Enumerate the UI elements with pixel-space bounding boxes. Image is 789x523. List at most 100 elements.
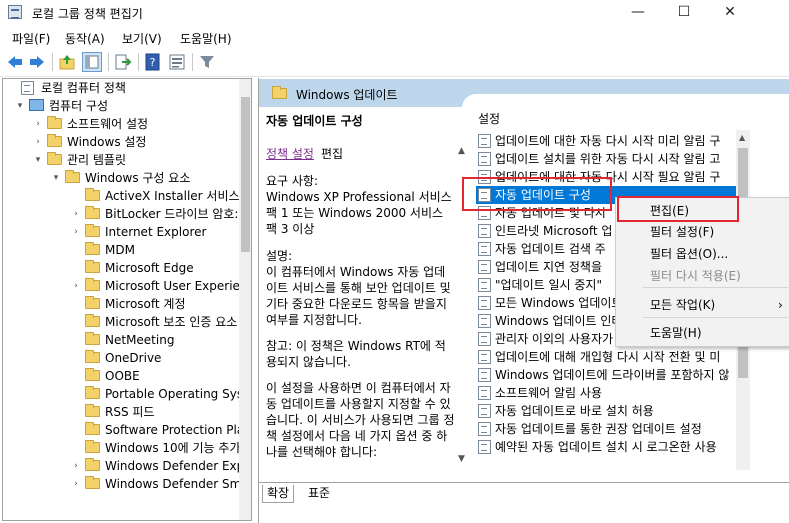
export-list-icon[interactable] xyxy=(114,53,132,71)
menu-action[interactable]: 동작(A) xyxy=(65,30,105,47)
tree-pane[interactable]: 로컬 컴퓨터 정책 ▾ 컴퓨터 구성 › 소프트웨어 설정 › Windows 설정 ▾ 관리 … xyxy=(2,78,252,521)
collapsed-chevron-icon[interactable]: › xyxy=(71,457,81,475)
close-button[interactable]: ✕ xyxy=(707,0,753,26)
menu-view[interactable]: 보기(V) xyxy=(122,30,162,47)
policy-setting-icon xyxy=(478,152,491,166)
menu-help[interactable]: 도움말(H) xyxy=(180,30,232,47)
tree-item-label: Microsoft User Experienc xyxy=(105,279,252,293)
folder-icon xyxy=(47,116,62,129)
help-icon[interactable]: ? xyxy=(144,53,162,71)
policy-setting-icon xyxy=(478,224,491,238)
folder-icon xyxy=(85,242,100,255)
forward-arrow-icon[interactable] xyxy=(28,53,46,71)
tree-item-label: Microsoft 보조 인증 요소 xyxy=(105,315,238,329)
minimize-button[interactable]: — xyxy=(615,0,661,26)
tree-item-label: BitLocker 드라이브 암호: xyxy=(105,207,239,221)
tree-item-label: ActiveX Installer 서비스 xyxy=(105,189,240,203)
collapsed-chevron-icon[interactable]: › xyxy=(71,223,81,241)
policy-setting-icon xyxy=(478,260,491,274)
menu-bar xyxy=(0,26,789,48)
folder-icon xyxy=(85,476,100,489)
menu-file[interactable]: 파일(F) xyxy=(12,30,50,47)
tab-standard[interactable]: 표준 xyxy=(304,485,334,502)
tree-item-label: Internet Explorer xyxy=(105,225,207,239)
setting-row[interactable]: 자동 업데이트를 통한 권장 업데이트 설정 xyxy=(476,420,736,438)
tree-item-label: 관리 템플릿 xyxy=(67,153,127,167)
context-menu-item[interactable]: 모든 작업(K) xyxy=(650,295,715,315)
tree-item-label: Windows Defender Explo xyxy=(105,459,252,473)
maximize-button[interactable]: ☐ xyxy=(661,0,707,26)
setting-row-label: 자동 업데이트로 바로 설치 허용 xyxy=(495,404,654,418)
scroll-up-arrow-icon[interactable]: ▲ xyxy=(739,133,745,142)
scroll-up-arrow-icon[interactable]: ▲ xyxy=(458,146,465,156)
show-hide-tree-icon[interactable] xyxy=(82,52,102,72)
context-menu-item[interactable]: 필터 설정(F) xyxy=(650,222,714,242)
policy-setting-icon xyxy=(478,422,491,436)
folder-icon xyxy=(85,350,100,363)
expanded-chevron-icon[interactable]: ▾ xyxy=(15,97,25,115)
policy-settings-link[interactable]: 정책 설정 xyxy=(266,145,314,162)
policy-setting-icon xyxy=(478,296,491,310)
folder-icon xyxy=(85,206,100,219)
setting-row-label: 업데이트에 대해 개입형 다시 시작 전환 및 미 xyxy=(495,350,721,364)
context-menu-item[interactable]: 필터 옵션(O)... xyxy=(650,244,728,264)
tree-item-label: Portable Operating Syste xyxy=(105,387,252,401)
details-header-title: Windows 업데이트 xyxy=(296,88,398,102)
tree-item-label: OneDrive xyxy=(105,351,162,365)
back-arrow-icon[interactable] xyxy=(6,53,24,71)
setting-row[interactable]: 업데이트 설치를 위한 자동 다시 시작 알림 고 xyxy=(476,150,736,168)
folder-icon xyxy=(85,422,100,435)
collapsed-chevron-icon[interactable]: › xyxy=(71,277,81,295)
toolbar-separator xyxy=(52,53,53,71)
up-folder-icon[interactable] xyxy=(58,53,76,71)
filter-icon[interactable] xyxy=(198,53,216,71)
policy-setting-icon xyxy=(478,314,491,328)
setting-row[interactable]: 소프트웨어 알림 사용 xyxy=(476,384,736,402)
folder-icon xyxy=(85,368,100,381)
setting-row-label: "업데이트 일시 중지" xyxy=(495,278,602,292)
folder-icon xyxy=(47,152,62,165)
collapsed-chevron-icon[interactable]: › xyxy=(33,133,43,151)
computer-icon xyxy=(29,99,44,111)
tree-item-label: Windows 설정 xyxy=(67,135,147,149)
setting-row[interactable]: 업데이트에 대한 자동 다시 시작 미리 알림 구 xyxy=(476,132,736,150)
context-menu-item: 필터 다시 적용(E) xyxy=(650,269,741,283)
setting-row-label: 자동 업데이트 검색 주 xyxy=(495,242,606,256)
folder-icon xyxy=(85,332,100,345)
setting-row-label: Windows 업데이트에 드라이버를 포함하지 않 xyxy=(495,368,730,382)
collapsed-chevron-icon[interactable]: › xyxy=(71,475,81,493)
properties-icon[interactable] xyxy=(168,53,186,71)
policy-setting-icon xyxy=(478,134,491,148)
setting-row[interactable]: 예약된 자동 업데이트 설치 시 로그온한 사용 xyxy=(476,438,736,456)
highlight-box-edit xyxy=(617,196,739,222)
tree-item-label: 소프트웨어 설정 xyxy=(67,117,149,131)
expanded-chevron-icon[interactable]: ▾ xyxy=(33,151,43,169)
context-menu-item[interactable]: 도움말(H) xyxy=(650,323,702,343)
collapsed-chevron-icon[interactable]: › xyxy=(71,205,81,223)
policy-note: 참고: 이 정책은 Windows RT에 적용되지 않습니다. xyxy=(266,339,446,369)
setting-row-label: 인트라넷 Microsoft 업 xyxy=(495,224,613,238)
gpedit-app-icon xyxy=(8,5,22,19)
tree-item-label: 컴퓨터 구성 xyxy=(49,99,109,113)
toolbar-separator xyxy=(192,53,193,71)
setting-row[interactable]: 업데이트에 대해 개입형 다시 시작 전환 및 미 xyxy=(476,348,736,366)
setting-row[interactable]: Windows 업데이트에 드라이버를 포함하지 않 xyxy=(476,366,736,384)
expanded-chevron-icon[interactable]: ▾ xyxy=(51,169,61,187)
folder-icon xyxy=(85,404,100,417)
folder-icon xyxy=(47,134,62,147)
tab-extended[interactable]: 확장 xyxy=(262,485,295,503)
setting-row-label: 자동 업데이트를 통한 권장 업데이트 설정 xyxy=(495,422,702,436)
setting-row-label: 업데이트에 대한 자동 다시 시작 미리 알림 구 xyxy=(495,134,721,148)
scroll-down-arrow-icon[interactable]: ▼ xyxy=(458,454,465,464)
folder-icon xyxy=(85,314,100,327)
policy-setting-icon xyxy=(478,332,491,346)
context-menu-separator xyxy=(643,287,788,288)
settings-column-header[interactable]: 설정 xyxy=(478,110,728,130)
tree-item-label: Software Protection Platf xyxy=(105,423,252,437)
folder-icon xyxy=(65,170,80,183)
collapsed-chevron-icon[interactable]: › xyxy=(33,115,43,133)
tree-item-label: MDM xyxy=(105,243,135,257)
setting-row[interactable]: 자동 업데이트로 바로 설치 허용 xyxy=(476,402,736,420)
tree-item-label: Windows 구성 요소 xyxy=(85,171,191,185)
tree-scrollbar-thumb[interactable] xyxy=(241,97,250,252)
